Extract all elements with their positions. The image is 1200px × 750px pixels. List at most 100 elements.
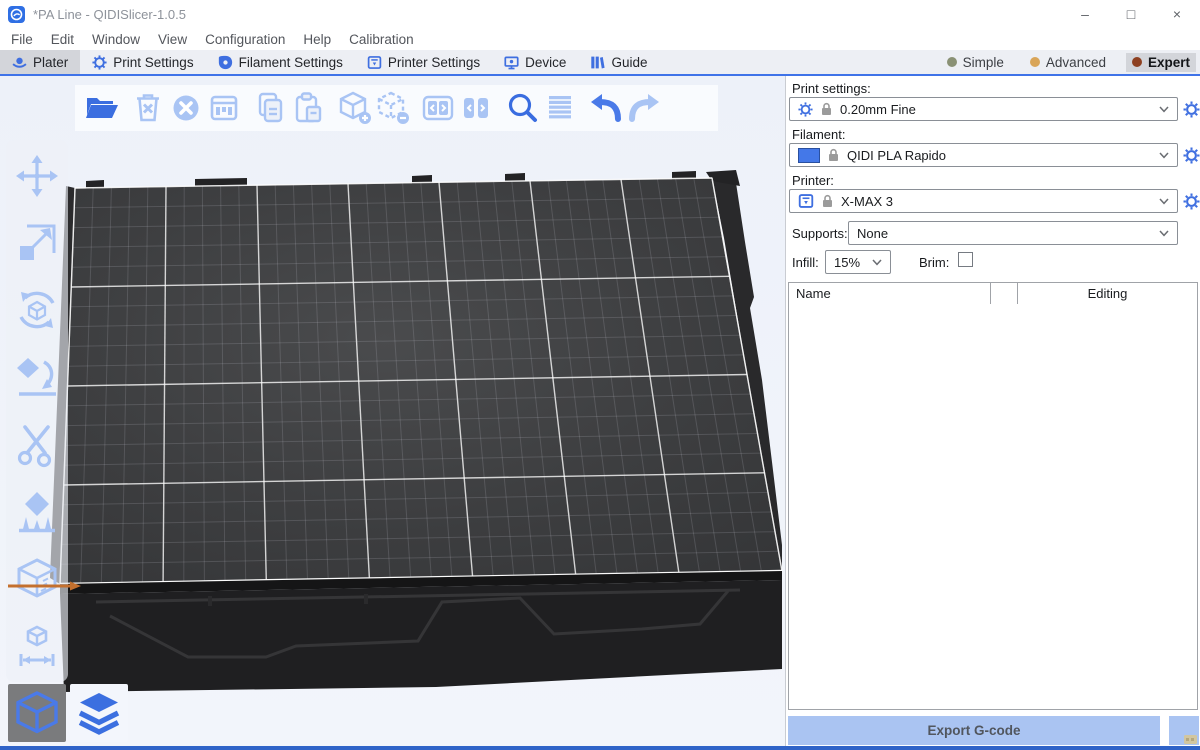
window-title: *PA Line - QIDISlicer-1.0.5 bbox=[33, 7, 186, 22]
tab-device[interactable]: Device bbox=[492, 50, 578, 74]
menu-window[interactable]: Window bbox=[83, 28, 149, 50]
title-bar: *PA Line - QIDISlicer-1.0.5 – □ × bbox=[0, 0, 1200, 28]
search-icon[interactable] bbox=[503, 89, 541, 127]
variable-layer-height-icon[interactable] bbox=[541, 89, 579, 127]
print-settings-label: Print settings: bbox=[792, 81, 871, 96]
menu-edit[interactable]: Edit bbox=[42, 28, 83, 50]
split-to-parts-icon[interactable] bbox=[457, 89, 495, 127]
arrange-icon[interactable] bbox=[205, 89, 243, 127]
measure-tool-icon[interactable] bbox=[13, 622, 61, 670]
supports-label: Supports: bbox=[792, 226, 848, 241]
3d-cube-icon bbox=[14, 690, 60, 736]
mode-simple[interactable]: Simple bbox=[941, 53, 1010, 72]
infill-label: Infill: bbox=[792, 255, 819, 270]
mode-expert[interactable]: Expert bbox=[1126, 53, 1196, 72]
column-separator bbox=[990, 283, 991, 304]
tab-label: Print Settings bbox=[113, 55, 193, 70]
undo-icon[interactable] bbox=[587, 89, 625, 127]
mode-advanced[interactable]: Advanced bbox=[1024, 53, 1112, 72]
tab-label: Filament Settings bbox=[239, 55, 343, 70]
place-on-face-tool-icon[interactable] bbox=[13, 353, 61, 401]
printer-combo[interactable]: X-MAX 3 bbox=[789, 189, 1178, 213]
open-folder-icon[interactable] bbox=[83, 89, 121, 127]
print-settings-value: 0.20mm Fine bbox=[840, 102, 916, 117]
copy-icon[interactable] bbox=[251, 89, 289, 127]
app-logo-icon bbox=[8, 6, 25, 23]
chevron-down-icon bbox=[1159, 230, 1169, 237]
tab-printer-settings[interactable]: Printer Settings bbox=[355, 50, 492, 74]
object-list-table[interactable]: Name Editing bbox=[788, 282, 1198, 710]
layers-icon bbox=[76, 690, 122, 736]
tab-label: Plater bbox=[33, 55, 68, 70]
qidislicer-window: *PA Line - QIDISlicer-1.0.5 – □ × File E… bbox=[0, 0, 1200, 750]
3d-editor-view-button[interactable] bbox=[8, 684, 66, 742]
viewport-3d[interactable] bbox=[0, 76, 785, 746]
menu-help[interactable]: Help bbox=[294, 28, 340, 50]
brim-label: Brim: bbox=[919, 255, 949, 270]
add-instance-icon[interactable] bbox=[335, 89, 373, 127]
scale-tool-icon[interactable] bbox=[13, 219, 61, 267]
filament-color-swatch bbox=[798, 148, 820, 163]
cut-tool-icon[interactable] bbox=[13, 421, 61, 469]
supports-combo[interactable]: None bbox=[848, 221, 1178, 245]
printer-label: Printer: bbox=[792, 173, 834, 188]
gear-icon bbox=[798, 102, 813, 117]
export-to-sd-button[interactable] bbox=[1169, 716, 1199, 745]
advanced-dot-icon bbox=[1030, 57, 1040, 67]
column-header-editing: Editing bbox=[1018, 283, 1197, 304]
delete-icon[interactable] bbox=[129, 89, 167, 127]
move-tool-icon[interactable] bbox=[13, 152, 61, 200]
tab-plater[interactable]: Plater bbox=[0, 50, 80, 74]
tab-bar: Plater Print Settings Filament Settings … bbox=[0, 50, 1200, 76]
menu-file[interactable]: File bbox=[2, 28, 42, 50]
redo-icon[interactable] bbox=[625, 89, 663, 127]
chevron-down-icon bbox=[872, 259, 882, 266]
simple-dot-icon bbox=[947, 57, 957, 67]
filament-gear-button[interactable] bbox=[1182, 146, 1200, 164]
infill-value: 15% bbox=[834, 255, 860, 270]
chevron-down-icon bbox=[1159, 106, 1169, 113]
preview-view-button[interactable] bbox=[70, 684, 128, 742]
sidebar-panel: Print settings: 0.20mm Fine Filament: QI… bbox=[785, 76, 1200, 746]
paint-supports-tool-icon[interactable] bbox=[13, 488, 61, 536]
object-toolbar bbox=[75, 85, 718, 131]
device-icon bbox=[504, 55, 519, 70]
gear-icon bbox=[92, 55, 107, 70]
delete-all-icon[interactable] bbox=[167, 89, 205, 127]
printer-icon bbox=[798, 193, 814, 209]
expert-dot-icon bbox=[1132, 57, 1142, 67]
tab-print-settings[interactable]: Print Settings bbox=[80, 50, 205, 74]
remove-instance-icon[interactable] bbox=[373, 89, 411, 127]
tab-label: Device bbox=[525, 55, 566, 70]
menu-configuration[interactable]: Configuration bbox=[196, 28, 294, 50]
lock-icon bbox=[827, 148, 840, 162]
fuzzy-skin-tool-icon[interactable] bbox=[13, 555, 61, 603]
printer-value: X-MAX 3 bbox=[841, 194, 893, 209]
printer-gear-button[interactable] bbox=[1182, 192, 1200, 210]
menu-view[interactable]: View bbox=[149, 28, 196, 50]
paste-icon[interactable] bbox=[289, 89, 327, 127]
export-gcode-button[interactable]: Export G-code bbox=[788, 716, 1160, 745]
view-toggle bbox=[8, 684, 128, 742]
tab-filament-settings[interactable]: Filament Settings bbox=[206, 50, 355, 74]
close-button[interactable]: × bbox=[1154, 0, 1200, 28]
mode-label: Advanced bbox=[1046, 55, 1106, 70]
printer-icon bbox=[367, 55, 382, 70]
tab-label: Guide bbox=[611, 55, 647, 70]
print-settings-combo[interactable]: 0.20mm Fine bbox=[789, 97, 1178, 121]
tab-guide[interactable]: Guide bbox=[578, 50, 659, 74]
maximize-button[interactable]: □ bbox=[1108, 0, 1154, 28]
menu-calibration[interactable]: Calibration bbox=[340, 28, 423, 50]
infill-combo[interactable]: 15% bbox=[825, 250, 891, 274]
guide-icon bbox=[590, 55, 605, 70]
print-settings-gear-button[interactable] bbox=[1182, 100, 1200, 118]
filament-combo[interactable]: QIDI PLA Rapido bbox=[789, 143, 1178, 167]
brim-checkbox[interactable] bbox=[958, 252, 973, 267]
filament-value: QIDI PLA Rapido bbox=[847, 148, 946, 163]
tab-label: Printer Settings bbox=[388, 55, 480, 70]
rotate-tool-icon[interactable] bbox=[13, 286, 61, 334]
split-to-objects-icon[interactable] bbox=[419, 89, 457, 127]
minimize-button[interactable]: – bbox=[1062, 0, 1108, 28]
gizmo-toolbar bbox=[6, 140, 68, 682]
mode-label: Expert bbox=[1148, 55, 1190, 70]
